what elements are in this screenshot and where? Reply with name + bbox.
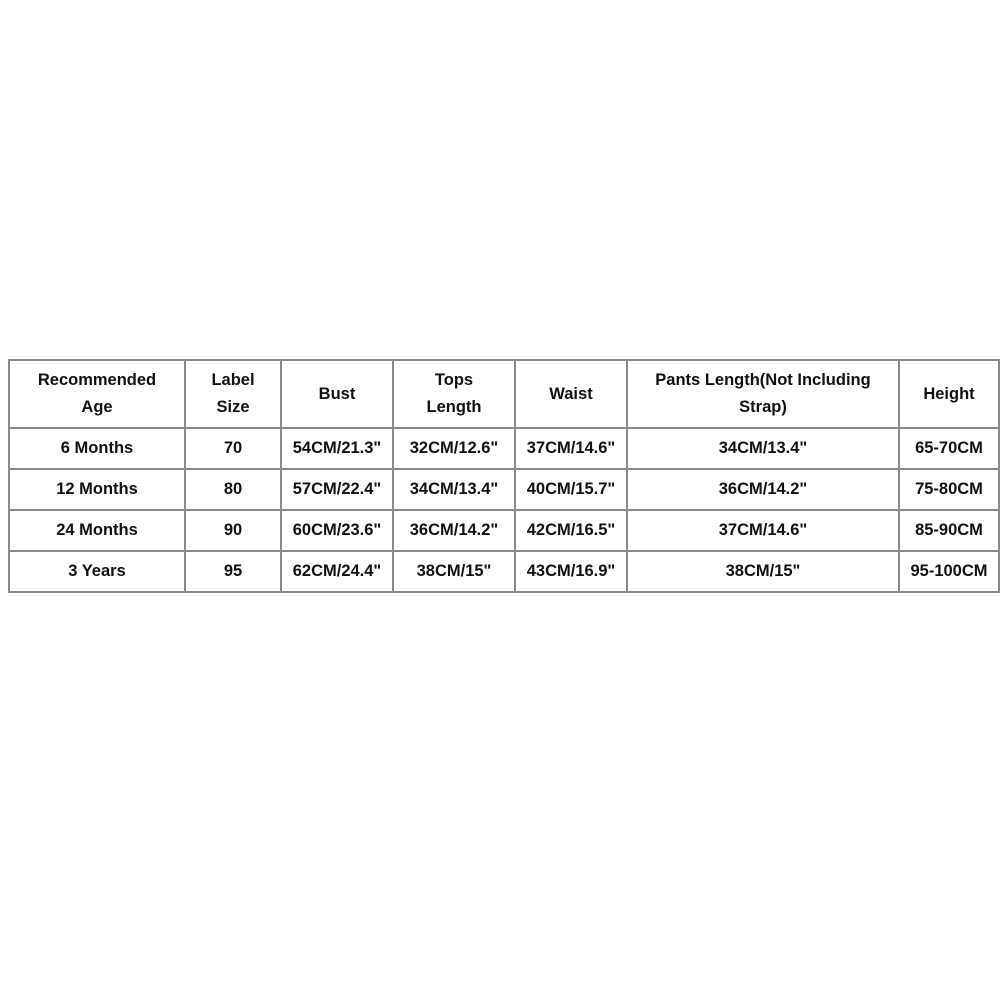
cell-age: 24 Months: [8, 509, 186, 552]
cell-bust: 57CM/22.4": [280, 468, 394, 511]
cell-age: 6 Months: [8, 427, 186, 470]
header-bust: Bust: [280, 359, 394, 429]
cell-label-size: 80: [184, 468, 282, 511]
cell-bust: 62CM/24.4": [280, 550, 394, 593]
cell-tops-length: 36CM/14.2": [392, 509, 516, 552]
header-pants-length: Pants Length(Not Including Strap): [626, 359, 900, 429]
cell-bust: 60CM/23.6": [280, 509, 394, 552]
table-row: 12 Months 80 57CM/22.4" 34CM/13.4" 40CM/15.7…: [8, 468, 1000, 511]
cell-label-size: 90: [184, 509, 282, 552]
cell-tops-length: 38CM/15": [392, 550, 516, 593]
cell-tops-length: 34CM/13.4": [392, 468, 516, 511]
cell-waist: 37CM/14.6": [514, 427, 628, 470]
table-row: 24 Months 90 60CM/23.6" 36CM/14.2" 42CM/16.5…: [8, 509, 1000, 552]
cell-age: 12 Months: [8, 468, 186, 511]
header-row: Recommended Age Label Size Bust Tops Len…: [8, 359, 1000, 429]
cell-bust: 54CM/21.3": [280, 427, 394, 470]
cell-pants-length: 36CM/14.2": [626, 468, 900, 511]
header-height: Height: [898, 359, 1000, 429]
header-recommended-age: Recommended Age: [8, 359, 186, 429]
table-row: 3 Years 95 62CM/24.4" 38CM/15" 43CM/16.9" 38C…: [8, 550, 1000, 593]
cell-height: 65-70CM: [898, 427, 1000, 470]
cell-label-size: 70: [184, 427, 282, 470]
cell-height: 75-80CM: [898, 468, 1000, 511]
cell-pants-length: 37CM/14.6": [626, 509, 900, 552]
cell-waist: 43CM/16.9": [514, 550, 628, 593]
cell-height: 95-100CM: [898, 550, 1000, 593]
cell-label-size: 95: [184, 550, 282, 593]
size-chart-table: Recommended Age Label Size Bust Tops Len…: [8, 359, 1000, 593]
cell-waist: 42CM/16.5": [514, 509, 628, 552]
header-label-size: Label Size: [184, 359, 282, 429]
cell-pants-length: 34CM/13.4": [626, 427, 900, 470]
header-waist: Waist: [514, 359, 628, 429]
cell-waist: 40CM/15.7": [514, 468, 628, 511]
cell-pants-length: 38CM/15": [626, 550, 900, 593]
cell-tops-length: 32CM/12.6": [392, 427, 516, 470]
cell-height: 85-90CM: [898, 509, 1000, 552]
cell-age: 3 Years: [8, 550, 186, 593]
header-tops-length: Tops Length: [392, 359, 516, 429]
table-row: 6 Months 70 54CM/21.3" 32CM/12.6" 37CM/14.6"…: [8, 427, 1000, 470]
